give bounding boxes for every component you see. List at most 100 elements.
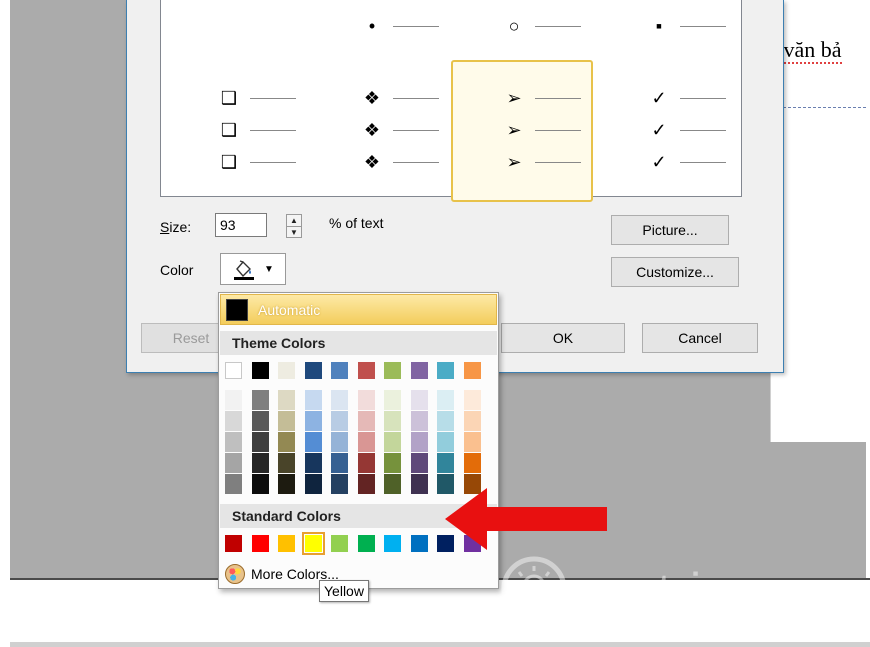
spin-down-icon[interactable]: ▼ xyxy=(287,227,301,238)
theme-color-swatch[interactable] xyxy=(278,362,295,379)
theme-shade-swatch[interactable] xyxy=(410,390,428,410)
standard-color-swatch[interactable] xyxy=(251,535,269,552)
bullet-option[interactable]: ❖ xyxy=(359,150,467,174)
theme-shade-swatch[interactable] xyxy=(278,390,295,410)
theme-shade-swatch[interactable] xyxy=(251,390,269,410)
theme-shade-swatch[interactable] xyxy=(463,453,481,473)
bullet-option[interactable]: ✓ xyxy=(646,86,754,110)
theme-shade-swatch[interactable] xyxy=(304,453,322,473)
bullet-preview-line xyxy=(535,97,581,99)
theme-shade-swatch[interactable] xyxy=(357,453,375,473)
theme-shade-swatch[interactable] xyxy=(463,432,481,452)
theme-shade-swatch[interactable] xyxy=(437,453,454,473)
standard-color-swatch[interactable] xyxy=(357,535,375,552)
watermark-logo: uantrimang xyxy=(497,548,847,628)
theme-shade-swatch[interactable] xyxy=(437,390,454,410)
bullet-preview-line xyxy=(393,129,439,131)
bullet-preview-line xyxy=(680,129,726,131)
bullet-preview-line xyxy=(250,129,296,131)
bullet-option[interactable]: ✓ xyxy=(646,118,754,142)
bullet-option[interactable]: ❑ xyxy=(216,150,324,174)
theme-shade-swatch[interactable] xyxy=(251,474,269,494)
theme-shade-swatch[interactable] xyxy=(251,432,269,452)
bullet-option[interactable]: ❖ xyxy=(359,118,467,142)
theme-color-swatch[interactable] xyxy=(384,362,401,379)
bullet-symbol: ➢ xyxy=(506,152,522,172)
bullet-option[interactable]: ▪ xyxy=(646,14,754,38)
theme-color-swatch[interactable] xyxy=(410,362,428,379)
theme-shade-swatch[interactable] xyxy=(357,432,375,452)
theme-shade-swatch[interactable] xyxy=(384,411,401,431)
theme-shade-swatch[interactable] xyxy=(463,390,481,410)
ok-button[interactable]: OK xyxy=(501,323,625,353)
theme-shade-swatch[interactable] xyxy=(357,474,375,494)
theme-shade-swatch[interactable] xyxy=(410,411,428,431)
customize-button[interactable]: Customize... xyxy=(611,257,739,287)
theme-shade-swatch[interactable] xyxy=(384,432,401,452)
bullet-option[interactable]: ➢ xyxy=(501,86,609,110)
standard-color-swatch[interactable] xyxy=(384,535,401,552)
cancel-button[interactable]: Cancel xyxy=(642,323,758,353)
theme-shade-swatch[interactable] xyxy=(304,390,322,410)
theme-shade-swatch[interactable] xyxy=(331,411,348,431)
theme-shade-swatch[interactable] xyxy=(304,474,322,494)
theme-shade-swatch[interactable] xyxy=(331,453,348,473)
bullet-option[interactable]: ❑ xyxy=(216,118,324,142)
theme-color-swatch[interactable] xyxy=(437,362,454,379)
size-input[interactable] xyxy=(215,213,267,237)
theme-shade-swatch[interactable] xyxy=(384,390,401,410)
standard-color-swatch[interactable] xyxy=(278,535,295,552)
theme-shade-swatch[interactable] xyxy=(357,390,375,410)
theme-color-swatch[interactable] xyxy=(304,362,322,379)
standard-color-swatch[interactable] xyxy=(225,535,242,552)
theme-shade-swatch[interactable] xyxy=(331,474,348,494)
theme-shade-swatch[interactable] xyxy=(251,453,269,473)
theme-shade-swatch[interactable] xyxy=(225,474,242,494)
theme-shade-swatch[interactable] xyxy=(437,411,454,431)
standard-color-swatch[interactable] xyxy=(410,535,428,552)
theme-shade-swatch[interactable] xyxy=(278,453,295,473)
theme-shade-swatch[interactable] xyxy=(251,411,269,431)
theme-shade-swatch[interactable] xyxy=(225,432,242,452)
theme-shade-swatch[interactable] xyxy=(384,453,401,473)
theme-color-swatch[interactable] xyxy=(251,362,269,379)
standard-color-swatch[interactable] xyxy=(331,535,348,552)
theme-shade-swatch[interactable] xyxy=(225,390,242,410)
theme-shade-swatch[interactable] xyxy=(384,474,401,494)
bullet-option[interactable]: ✓ xyxy=(646,150,754,174)
bullet-option[interactable]: ➢ xyxy=(501,150,609,174)
theme-shade-swatch[interactable] xyxy=(225,411,242,431)
theme-shade-swatch[interactable] xyxy=(304,432,322,452)
theme-shade-swatch[interactable] xyxy=(410,453,428,473)
theme-shade-swatch[interactable] xyxy=(410,474,428,494)
size-spinner[interactable]: ▲ ▼ xyxy=(286,214,302,238)
theme-shade-swatch[interactable] xyxy=(410,432,428,452)
theme-shade-swatch[interactable] xyxy=(357,411,375,431)
bullet-preview-line xyxy=(680,25,726,27)
theme-shade-swatch[interactable] xyxy=(278,474,295,494)
theme-color-swatch[interactable] xyxy=(357,362,375,379)
theme-shade-swatch[interactable] xyxy=(225,453,242,473)
theme-color-swatch[interactable] xyxy=(463,362,481,379)
theme-color-swatch[interactable] xyxy=(225,362,242,379)
font-color-button[interactable]: ▼ xyxy=(220,253,286,285)
spin-up-icon[interactable]: ▲ xyxy=(287,215,301,227)
theme-color-swatch[interactable] xyxy=(331,362,348,379)
theme-shade-swatch[interactable] xyxy=(278,432,295,452)
standard-color-swatch[interactable] xyxy=(301,532,325,555)
automatic-color-option[interactable]: Automatic xyxy=(220,294,497,325)
theme-shade-swatch[interactable] xyxy=(304,411,322,431)
theme-shade-swatch[interactable] xyxy=(437,432,454,452)
theme-shade-swatch[interactable] xyxy=(278,411,295,431)
theme-shade-swatch[interactable] xyxy=(463,411,481,431)
bullet-option[interactable]: ❖ xyxy=(359,86,467,110)
bullet-option[interactable]: ➢ xyxy=(501,118,609,142)
bullet-option[interactable] xyxy=(216,14,324,38)
bullet-option[interactable]: ○ xyxy=(501,14,609,38)
bullet-option[interactable]: • xyxy=(359,14,467,38)
color-tooltip: Yellow xyxy=(319,580,369,602)
picture-button[interactable]: Picture... xyxy=(611,215,729,245)
theme-shade-swatch[interactable] xyxy=(331,390,348,410)
theme-shade-swatch[interactable] xyxy=(331,432,348,452)
bullet-option[interactable]: ❑ xyxy=(216,86,324,110)
